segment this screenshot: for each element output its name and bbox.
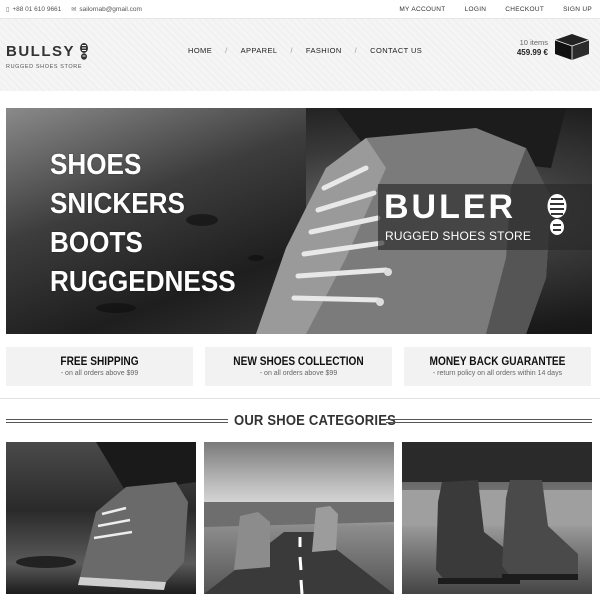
feature-subtitle: - return policy on all orders within 14 … [432, 370, 563, 377]
sneaker-photo [16, 442, 196, 590]
hero-line-shoes: SHOES [50, 149, 142, 181]
hero-line-boots: BOOTS [50, 227, 143, 259]
top-bar: ▯ +88 01 610 9661 ✉ sailornab@gmail.com … [0, 0, 600, 19]
categories-heading: OUR SHOE CATEGORIES [6, 412, 592, 430]
phone-icon: ▯ [6, 6, 10, 13]
nav-contact-us[interactable]: CONTACT US [370, 46, 422, 55]
contact-info: ▯ +88 01 610 9661 ✉ sailornab@gmail.com [6, 6, 142, 13]
account-links: MY ACCOUNT LOGIN CHECKOUT SIGN UP [399, 6, 592, 13]
feature-new-collection: NEW SHOES COLLECTION - on all orders abo… [205, 347, 392, 386]
section-divider [0, 398, 600, 399]
checkout-link[interactable]: CHECKOUT [505, 6, 544, 13]
shoe-print-icon [80, 43, 88, 60]
hero-line-snickers: SNICKERS [50, 188, 185, 220]
category-image-sneakers[interactable] [6, 442, 196, 594]
categories-title: OUR SHOE CATEGORIES [234, 413, 396, 429]
logo-brand: BULLSY [6, 43, 89, 60]
feature-free-shipping: FREE SHIPPING - on all orders above $99 [6, 347, 193, 386]
brand-name: BULLSY [6, 43, 75, 60]
hero-banner[interactable]: SHOES SNICKERS BOOTS RUGGEDNESS BULER RU… [6, 108, 592, 334]
nav-apparel[interactable]: APPAREL [241, 46, 278, 55]
envelope-icon: ✉ [71, 6, 77, 13]
feature-subtitle: - on all orders above $99 [259, 370, 338, 377]
sign-up-link[interactable]: SIGN UP [563, 6, 592, 13]
nav-separator: / [225, 46, 228, 55]
site-header: BULLSY RUGGED SHOES STORE HOME / APPAREL… [0, 19, 600, 91]
feature-title: FREE SHIPPING [60, 356, 139, 368]
category-image-boots[interactable] [402, 442, 592, 594]
road-photo [204, 502, 394, 594]
nav-separator: / [290, 46, 293, 55]
box-icon [554, 34, 590, 60]
heading-rule-left [6, 419, 228, 423]
feature-subtitle: - on all orders above $99 [60, 370, 139, 377]
login-link[interactable]: LOGIN [465, 6, 487, 13]
nav-fashion[interactable]: FASHION [306, 46, 342, 55]
site-logo[interactable]: BULLSY RUGGED SHOES STORE [6, 43, 89, 70]
category-image-road[interactable] [204, 442, 394, 594]
logo-tagline: RUGGED SHOES STORE [6, 64, 83, 70]
phone-number: +88 01 610 9661 [12, 6, 62, 13]
email-contact[interactable]: ✉ sailornab@gmail.com [71, 6, 142, 13]
boots-photo [402, 442, 592, 584]
feature-money-back: MONEY BACK GUARANTEE - return policy on … [404, 347, 591, 386]
feature-title: NEW SHOES COLLECTION [233, 356, 364, 368]
badge-brand-name: BULER [384, 188, 517, 226]
hero-line-ruggedness: RUGGEDNESS [50, 266, 236, 298]
cart-total: 459.99 € [516, 47, 548, 57]
cart-text: 10 items 459.99 € [517, 38, 548, 57]
nav-home[interactable]: HOME [188, 46, 212, 55]
shoe-print-icon [547, 194, 567, 235]
hero-headline: SHOES SNICKERS BOOTS RUGGEDNESS [50, 146, 236, 302]
hero-brand-badge: BULER RUGGED SHOES STORE [378, 184, 592, 250]
my-account-link[interactable]: MY ACCOUNT [399, 6, 445, 13]
cart-item-count: 10 items [519, 37, 548, 47]
nav-separator: / [354, 46, 358, 55]
feature-title: MONEY BACK GUARANTEE [429, 356, 566, 368]
phone-contact[interactable]: ▯ +88 01 610 9661 [6, 6, 61, 13]
heading-rule-right [386, 419, 592, 423]
cart-summary[interactable]: 10 items 459.99 € [517, 33, 590, 61]
badge-tagline: RUGGED SHOES STORE [385, 229, 532, 243]
main-nav: HOME / APPAREL / FASHION / CONTACT US [188, 46, 422, 55]
email-address: sailornab@gmail.com [79, 6, 142, 13]
